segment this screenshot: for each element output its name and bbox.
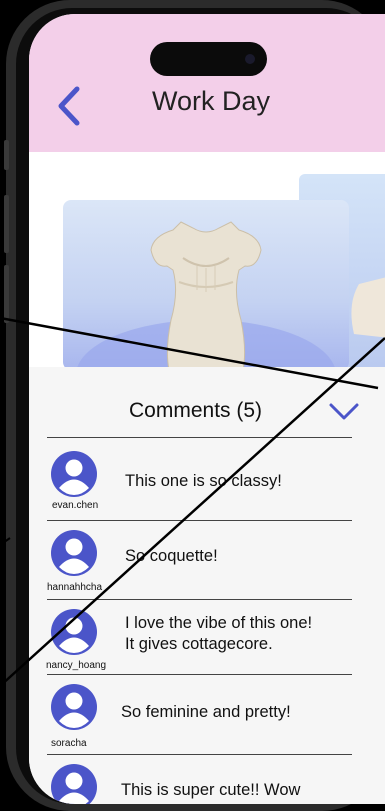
comment-text: So feminine and pretty! <box>121 703 291 721</box>
divider <box>47 520 352 521</box>
app-screen: Work Day Comments (5) evan.chen This one… <box>29 14 385 804</box>
mute-switch <box>4 140 9 170</box>
camera-icon <box>245 54 255 64</box>
comment-username[interactable]: soracha <box>51 738 87 749</box>
collapse-comments-button[interactable] <box>327 399 361 423</box>
divider <box>47 437 352 438</box>
comment-item: hannahhcha So coquette! <box>29 524 385 598</box>
volume-up-button <box>4 195 9 253</box>
comment-text: This is super cute!! Wow <box>121 781 301 799</box>
comment-username[interactable]: evan.chen <box>52 500 98 511</box>
comments-header: Comments (5) <box>29 395 385 435</box>
page-title: Work Day <box>151 86 271 116</box>
volume-down-button <box>4 265 9 323</box>
comment-item: nancy_hoang I love the vibe of this one!… <box>29 603 385 677</box>
comment-text: So coquette! <box>125 547 218 565</box>
divider <box>47 754 352 755</box>
header-bar: Work Day <box>29 14 385 152</box>
comment-username[interactable]: nancy_hoang <box>46 660 106 671</box>
chevron-down-icon <box>329 403 359 420</box>
user-avatar-icon[interactable] <box>51 530 97 576</box>
dress-image <box>76 221 336 370</box>
comment-text: This one is so classy! <box>125 472 282 490</box>
outfit-gallery[interactable] <box>29 152 385 374</box>
comment-item: This is super cute!! Wow <box>29 758 385 804</box>
comment-text: I love the vibe of this one! It gives cot… <box>125 614 313 653</box>
divider <box>47 599 352 600</box>
user-avatar-icon[interactable] <box>51 684 97 730</box>
outfit-card[interactable] <box>63 200 349 370</box>
user-avatar-icon[interactable] <box>51 764 97 804</box>
comment-item: soracha So feminine and pretty! <box>29 678 385 752</box>
comments-title: Comments (5) <box>129 399 263 422</box>
dynamic-island <box>150 42 267 76</box>
comments-panel: Comments (5) evan.chen This one is so cl… <box>29 367 385 804</box>
user-avatar-icon[interactable] <box>51 451 97 497</box>
comment-username[interactable]: hannahhcha <box>47 582 102 593</box>
user-avatar-icon[interactable] <box>51 609 97 655</box>
divider <box>47 674 352 675</box>
comment-item: evan.chen This one is so classy! <box>29 441 385 515</box>
